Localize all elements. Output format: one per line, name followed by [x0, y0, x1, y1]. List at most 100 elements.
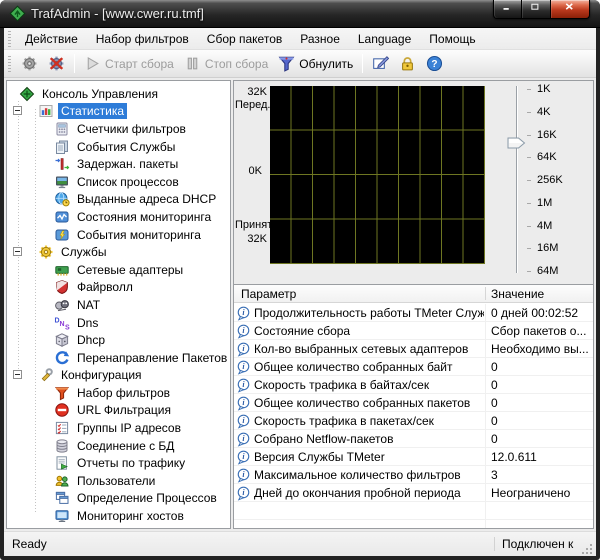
toolbar-stop-capture-button[interactable]: Стоп сбора [179, 53, 273, 74]
param-cell: Максимальное количество фильтров [254, 468, 484, 482]
toolbar: Старт сбора Стоп сбораОбнулить? [4, 50, 596, 78]
table-row[interactable]: iОбщее количество собранных байт0 [234, 358, 593, 376]
toolbar-lock-button[interactable] [394, 53, 421, 74]
zoom-scale-tick [527, 135, 531, 136]
tree-item-console[interactable]: Консоль Управления [7, 85, 230, 103]
connection-status: Подключен к [494, 537, 582, 551]
pause-icon [184, 55, 201, 72]
toolbar-grip-handle[interactable] [8, 56, 11, 72]
zoom-scale-label: 256K [537, 174, 563, 186]
monitoring-states-icon [54, 209, 70, 225]
toolbar-start-capture-button[interactable]: Старт сбора [79, 53, 179, 74]
table-row[interactable]: iСобрано Netflow-пакетов0 [234, 430, 593, 448]
expander-minus-icon[interactable] [13, 370, 22, 379]
menu-item-filter-set[interactable]: Набор фильтров [87, 29, 198, 49]
toolbar-select-adapters-button[interactable] [367, 53, 394, 74]
menu-item-help[interactable]: Помощь [420, 29, 484, 49]
menu-item-action[interactable]: Действие [16, 29, 87, 49]
tree-item-label: Набор фильтров [74, 385, 173, 401]
menu-items: ДействиеНабор фильтровСбор пакетовРазное… [16, 30, 485, 48]
table-row[interactable]: iМаксимальное количество фильтров3 [234, 466, 593, 484]
tx-axis-label: Перед. [235, 99, 270, 111]
tree-item-dhcp-addresses[interactable]: Выданные адреса DHCP [7, 191, 230, 209]
tree-item-host-monitoring[interactable]: Мониторинг хостов [7, 507, 230, 525]
menu-item-language[interactable]: Language [349, 29, 420, 49]
tree-item-dhcp[interactable]: Dhcp [7, 331, 230, 349]
table-row[interactable]: iОбщее количество собранных пакетов0 [234, 394, 593, 412]
tree-item-monitoring-events[interactable]: События мониторинга [7, 226, 230, 244]
tree-item-filter-counters[interactable]: Счетчики фильтров [7, 120, 230, 138]
zoom-scale-label: 16M [537, 242, 558, 254]
toolbar-separator [74, 54, 75, 73]
tree-item-process-detection[interactable]: Определение Процессов [7, 490, 230, 508]
param-cell: Версия Службы TMeter [254, 450, 484, 464]
close-button[interactable] [550, 0, 590, 19]
dhcp-addresses-icon [54, 191, 70, 207]
tree-item-label: События Службы [74, 139, 178, 155]
tree-item-configuration[interactable]: Конфигурация [7, 367, 230, 385]
tree-item-dns[interactable]: DNSDns [7, 314, 230, 332]
tree-item-statistics[interactable]: Статистика [7, 103, 230, 121]
minimize-icon [502, 2, 514, 17]
value-cell: 3 [491, 468, 591, 482]
zoom-scale-label: 4M [537, 220, 552, 232]
info-icon: i [236, 306, 251, 321]
tree-item-firewall[interactable]: Файрволл [7, 279, 230, 297]
tree-item-service-events[interactable]: События Службы [7, 138, 230, 156]
expander-minus-icon[interactable] [13, 247, 22, 256]
param-cell: Продолжительность работы TMeter Служ... [254, 306, 484, 320]
value-cell: 0 [491, 396, 591, 410]
info-icon: i [236, 486, 251, 501]
tree-item-nat[interactable]: NAT [7, 296, 230, 314]
info-icon: i [236, 342, 251, 357]
funnel-icon [278, 55, 295, 72]
delayed-packets-icon [54, 156, 70, 172]
tree-item-process-list[interactable]: Список процессов [7, 173, 230, 191]
tree-item-network-adapters[interactable]: Сетевые адаптеры [7, 261, 230, 279]
table-row[interactable]: iСкорость трафика в байтах/сек0 [234, 376, 593, 394]
network-adapters-icon [54, 262, 70, 278]
app-window: TrafAdmin - [www.cwer.ru.tmf] ДействиеНа… [0, 0, 600, 560]
tree-item-delayed-packets[interactable]: Задержан. пакеты [7, 155, 230, 173]
tree-item-db-connection[interactable]: Соединение с БД [7, 437, 230, 455]
resize-grip[interactable] [582, 542, 593, 553]
zoom-slider-track[interactable] [516, 86, 518, 273]
menu-item-packet-capture[interactable]: Сбор пакетов [198, 29, 291, 49]
dns-icon: DNS [54, 315, 70, 331]
tree-item-users[interactable]: Пользователи [7, 472, 230, 490]
zoom-slider-handle[interactable] [507, 136, 526, 148]
menu-grip-handle[interactable] [8, 31, 11, 47]
tree-item-traffic-reports[interactable]: Отчеты по трафику [7, 454, 230, 472]
tree-item-services[interactable]: Службы [7, 243, 230, 261]
toolbar-reset-counters-button[interactable]: Обнулить [273, 53, 358, 74]
table-row[interactable]: iДней до окончания пробной периодаНеогра… [234, 484, 593, 502]
menu-item-misc[interactable]: Разное [291, 29, 349, 49]
param-cell: Состояние сбора [254, 324, 484, 338]
toolbar-help-button[interactable]: ? [421, 53, 448, 74]
expander-minus-icon[interactable] [13, 106, 22, 115]
window-controls [493, 0, 590, 19]
close-icon [563, 2, 577, 17]
table-row[interactable]: iСостояние сбораСбор пакетов о... [234, 322, 593, 340]
status-bar: Ready Подключен к [4, 531, 596, 556]
svg-text:?: ? [432, 59, 438, 70]
tree-item-label: Задержан. пакеты [74, 156, 181, 172]
tree-item-url-filtering[interactable]: URL Фильтрация [7, 402, 230, 420]
zoom-scale-label: 4K [537, 106, 550, 118]
tree-item-filter-set[interactable]: Набор фильтров [7, 384, 230, 402]
toolbar-start-capture-label: Старт сбора [105, 57, 174, 71]
title-bar[interactable]: TrafAdmin - [www.cwer.ru.tmf] [0, 0, 600, 28]
table-row[interactable]: iСкорость трафика в пакетах/сек0 [234, 412, 593, 430]
toolbar-stop-service-button[interactable] [43, 53, 70, 74]
table-row[interactable]: iВерсия Службы TMeter12.0.611 [234, 448, 593, 466]
toolbar-service-settings-button[interactable] [16, 53, 43, 74]
minimize-button[interactable] [493, 0, 522, 19]
tree-item-packet-forwarding[interactable]: Перенаправление Пакетов [7, 349, 230, 367]
services-icon [38, 244, 54, 260]
table-row[interactable]: iКол-во выбранных сетевых адаптеровНеобх… [234, 340, 593, 358]
tree-item-label: Отчеты по трафику [74, 455, 188, 471]
table-row[interactable]: iПродолжительность работы TMeter Служ...… [234, 304, 593, 322]
tree-item-ip-groups[interactable]: Группы IP адресов [7, 419, 230, 437]
maximize-button[interactable] [522, 0, 550, 19]
tree-item-monitoring-states[interactable]: Состояния мониторинга [7, 208, 230, 226]
